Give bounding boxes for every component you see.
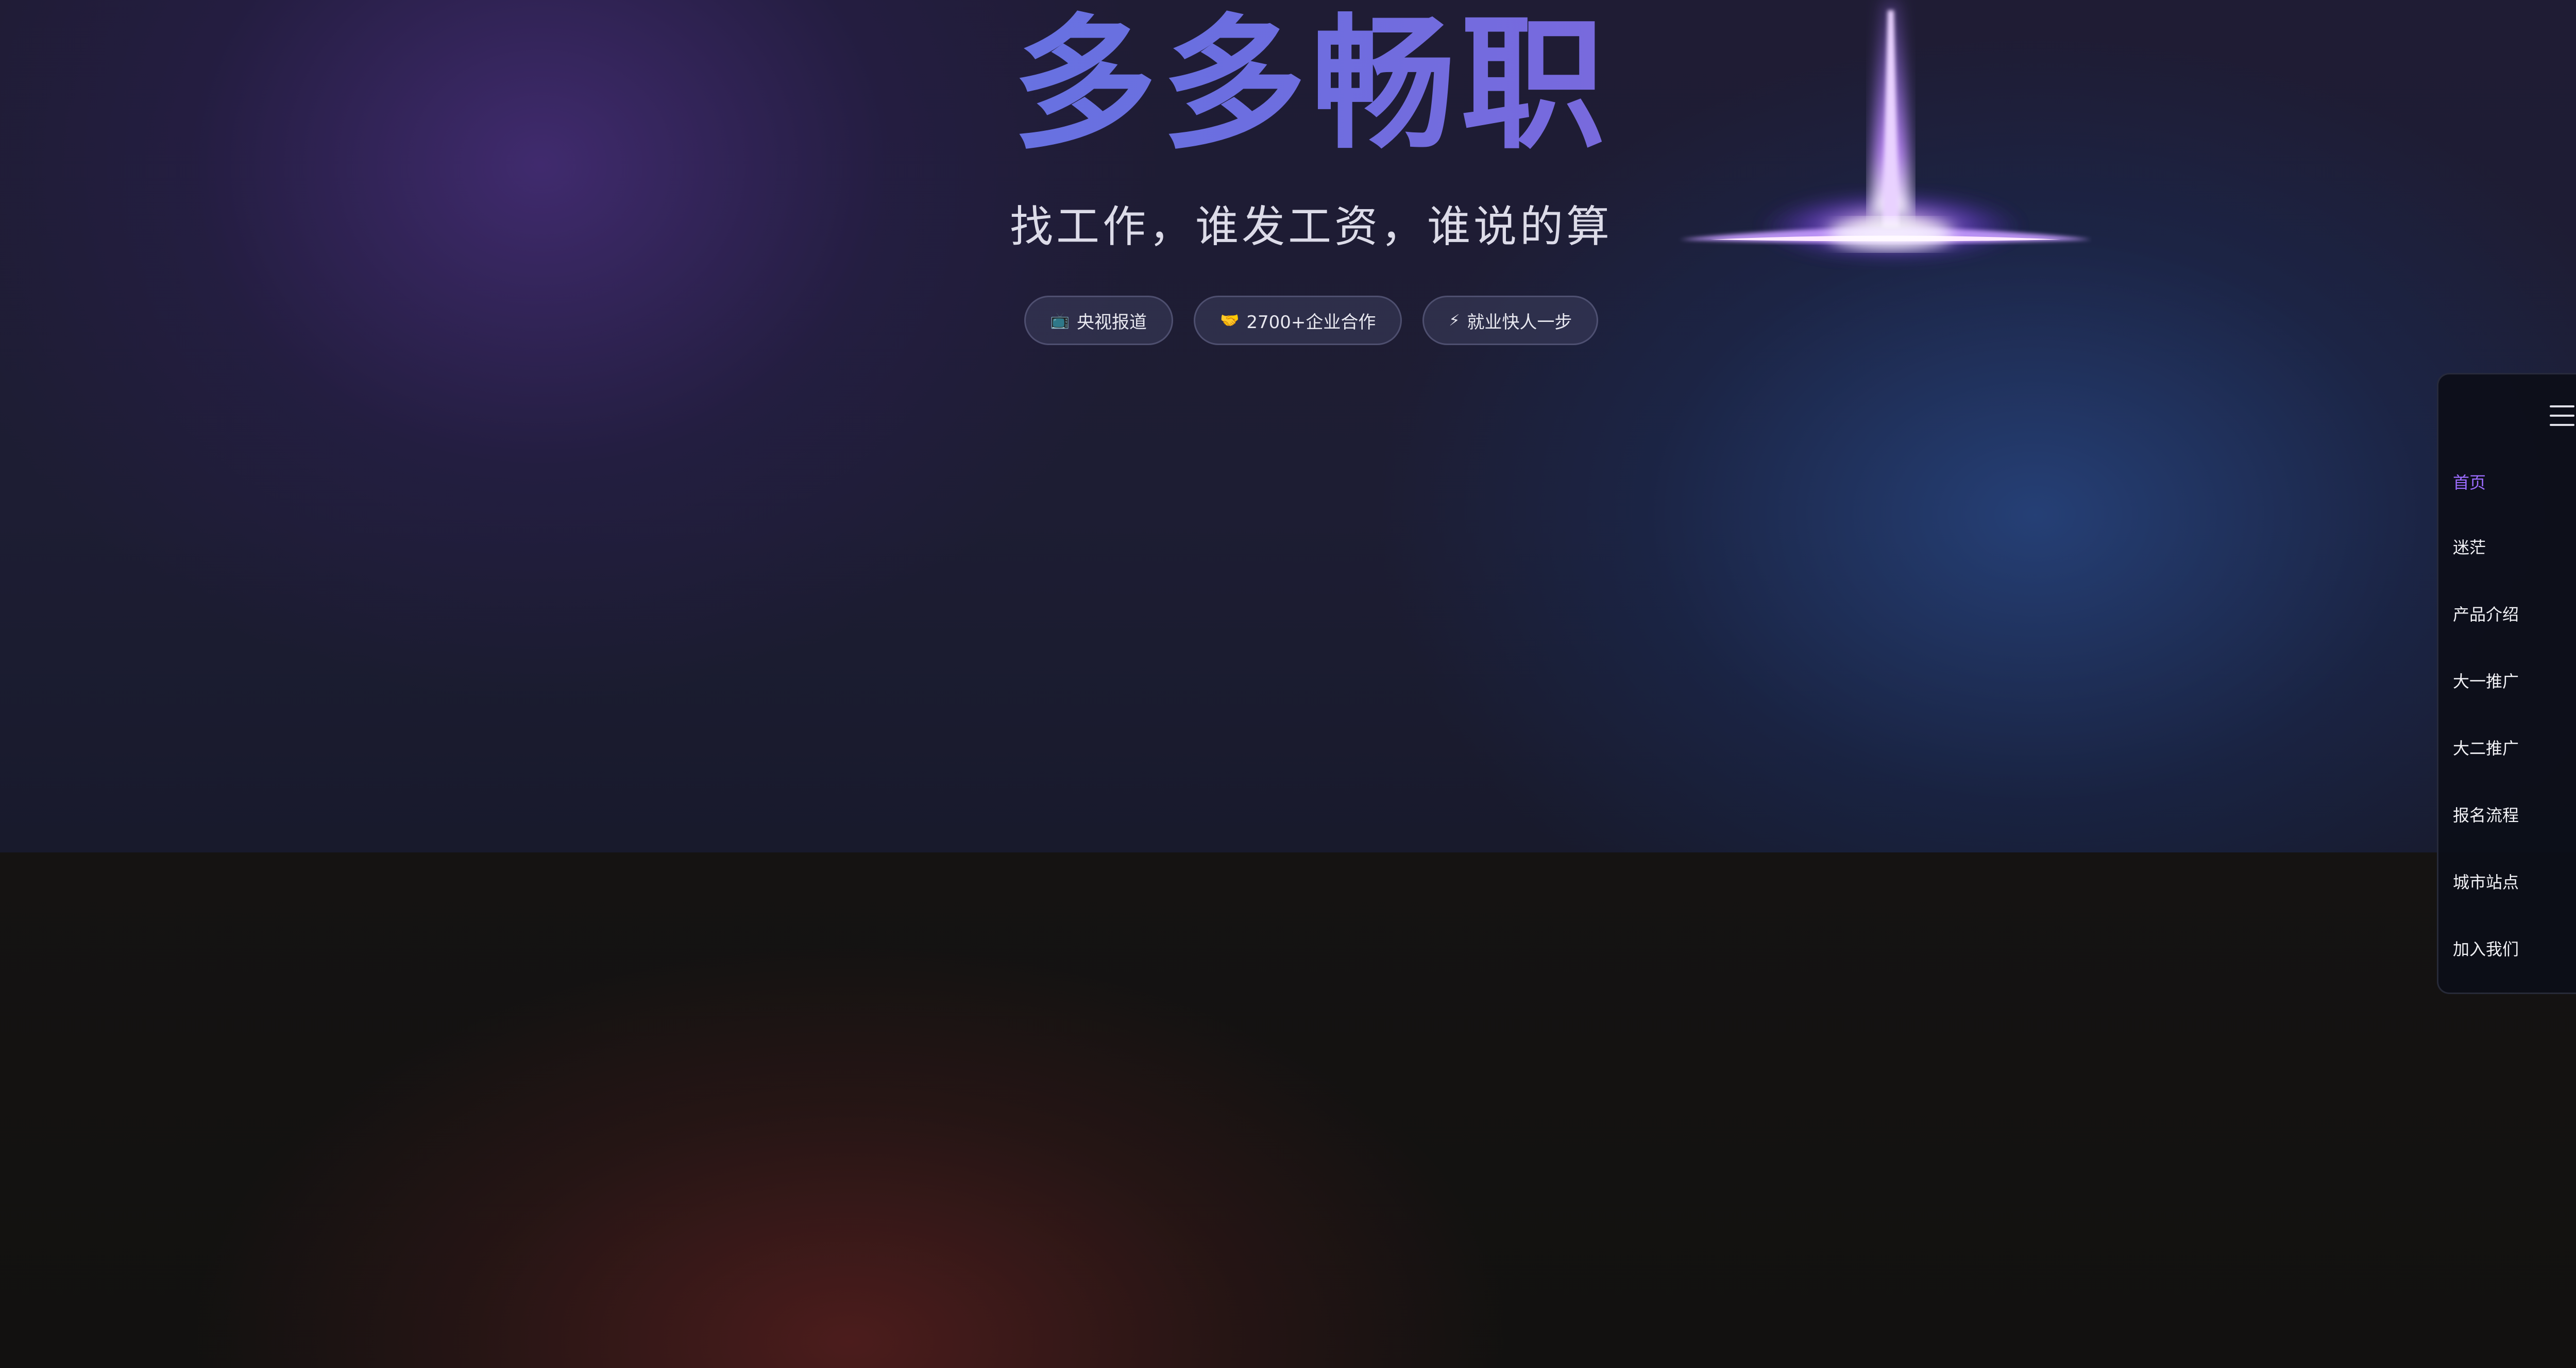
- badge-partners: 🤝 2700+企业合作: [1193, 296, 1402, 345]
- nav-item-city-sites[interactable]: 城市站点: [2453, 872, 2519, 893]
- next-section-background: [0, 852, 2576, 1368]
- lightning-icon: ⚡: [1449, 311, 1460, 330]
- badge-fast-employment: ⚡ 就业快人一步: [1422, 296, 1599, 345]
- hero-title: 多多畅职: [0, 3, 2576, 167]
- nav-item-signup-process[interactable]: 报名流程: [2453, 805, 2519, 826]
- handshake-icon: 🤝: [1219, 311, 1240, 330]
- nav-item-join-us[interactable]: 加入我们: [2453, 939, 2519, 960]
- hero-subtitle: 找工作，谁发工资，谁说的算: [1009, 201, 1613, 252]
- badge-cctv: 📺 央视报道: [1024, 296, 1173, 345]
- badge-row: 📺 央视报道 🤝 2700+企业合作 ⚡ 就业快人一步: [0, 296, 2576, 345]
- nav-item-freshman-promo[interactable]: 大一推广: [2453, 671, 2519, 692]
- badge-label: 就业快人一步: [1467, 312, 1572, 333]
- page: 多多畅职 找工作，谁发工资，谁说的算 📺 央视报道 🤝 2700+企业合作 ⚡ …: [0, 0, 2576, 1368]
- nav-item-home[interactable]: 首页: [2453, 472, 2486, 493]
- nav-item-sophomore-promo[interactable]: 大二推广: [2453, 738, 2519, 759]
- hero-section: 多多畅职 找工作，谁发工资，谁说的算 📺 央视报道 🤝 2700+企业合作 ⚡ …: [0, 0, 2576, 852]
- badge-label: 2700+企业合作: [1246, 312, 1376, 333]
- nav-item-product-intro[interactable]: 产品介绍: [2453, 604, 2519, 625]
- side-navigation: 首页 迷茫 产品介绍 大一推广 大二推广 报名流程 城市站点 加入我们: [2437, 373, 2576, 994]
- nav-item-confused[interactable]: 迷茫: [2453, 537, 2486, 558]
- tv-icon: 📺: [1050, 311, 1070, 330]
- badge-label: 央视报道: [1076, 312, 1147, 333]
- hamburger-menu-icon[interactable]: [2548, 403, 2576, 429]
